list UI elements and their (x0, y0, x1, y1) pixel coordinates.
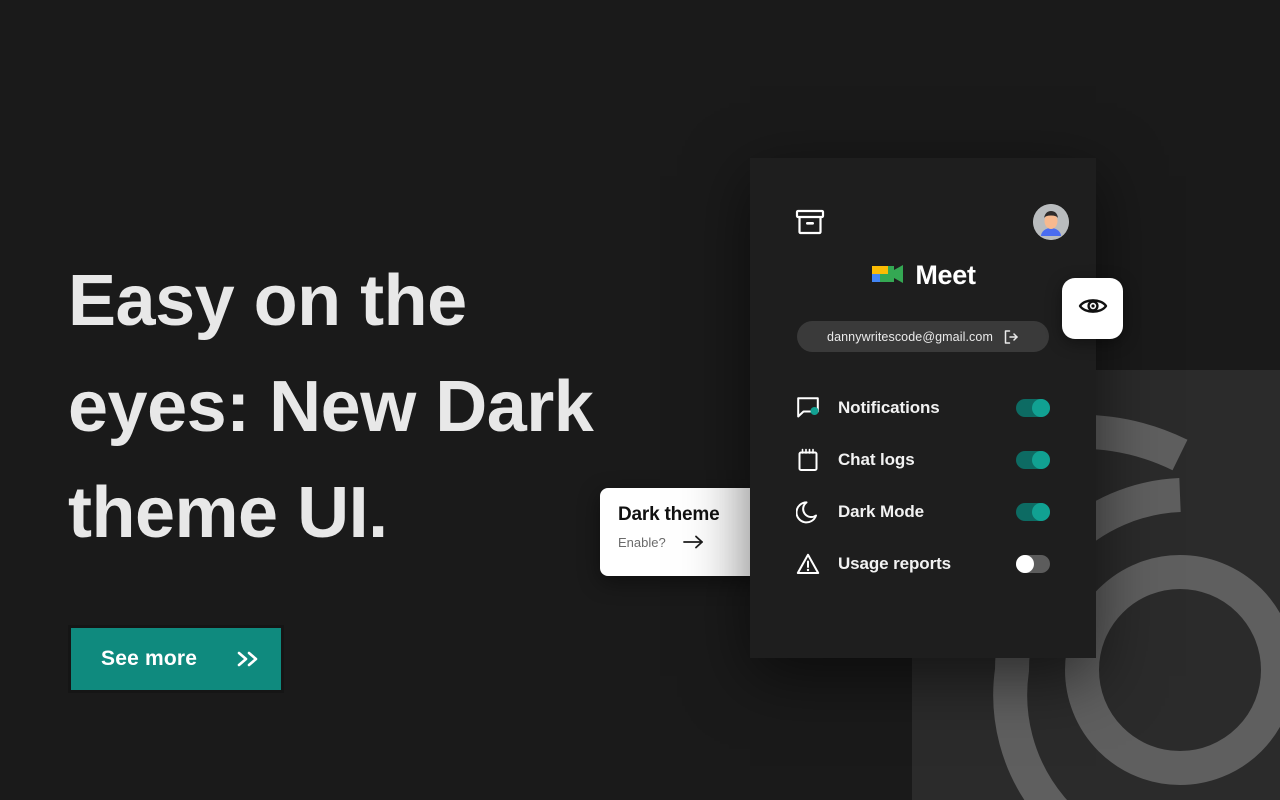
toggle-chat-logs[interactable] (1016, 451, 1050, 469)
see-more-label: See more (101, 647, 198, 670)
setting-label: Notifications (838, 398, 940, 417)
tooltip-subtitle: Enable? (618, 534, 666, 550)
toggle-usage-reports[interactable] (1016, 555, 1050, 573)
moon-icon (796, 500, 826, 524)
chat-bubble-icon (796, 396, 826, 420)
double-chevron-right-icon (235, 650, 261, 668)
meet-settings-panel: Meet dannywritescode@gmail.com Notificat… (750, 158, 1096, 658)
toggle-knob (1032, 503, 1050, 521)
dark-theme-tooltip-card[interactable]: Dark theme Enable? (600, 488, 775, 576)
warning-triangle-icon (796, 552, 826, 576)
toggle-dark-mode[interactable] (1016, 503, 1050, 521)
toggle-notifications[interactable] (1016, 399, 1050, 417)
account-email-pill[interactable]: dannywritescode@gmail.com (797, 321, 1049, 352)
page-title: Easy on the eyes: New Dark theme UI. (68, 261, 594, 553)
avatar[interactable] (1033, 204, 1069, 240)
see-more-button[interactable]: See more (68, 625, 284, 693)
toggle-knob (1032, 399, 1050, 417)
brand-row: Meet (750, 258, 1096, 293)
setting-row-usage-reports[interactable]: Usage reports (796, 538, 1050, 590)
archive-icon[interactable] (795, 208, 825, 241)
setting-row-dark-mode[interactable]: Dark Mode (796, 486, 1050, 538)
settings-list: Notifications Chat logs Dark Mode Usage … (750, 382, 1096, 590)
sign-out-icon[interactable] (1003, 329, 1019, 345)
panel-header (750, 158, 1096, 254)
account-email: dannywritescode@gmail.com (827, 329, 993, 344)
toggle-knob (1016, 555, 1034, 573)
setting-row-chat-logs[interactable]: Chat logs (796, 434, 1050, 486)
tooltip-action-row[interactable]: Enable? (618, 534, 757, 550)
setting-label: Dark Mode (838, 502, 925, 521)
notepad-icon (796, 448, 826, 472)
setting-label: Usage reports (838, 554, 952, 573)
arrow-right-icon[interactable] (682, 534, 706, 550)
setting-label: Chat logs (838, 450, 915, 469)
brand-name: Meet (915, 260, 976, 290)
hero-screen: Easy on the eyes: New Dark theme UI. See… (0, 0, 1280, 800)
toggle-knob (1032, 451, 1050, 469)
eye-icon (1078, 295, 1108, 322)
setting-row-notifications[interactable]: Notifications (796, 382, 1050, 434)
google-meet-logo (870, 258, 906, 293)
tooltip-title: Dark theme (618, 504, 720, 525)
preview-eye-button[interactable] (1062, 278, 1123, 339)
